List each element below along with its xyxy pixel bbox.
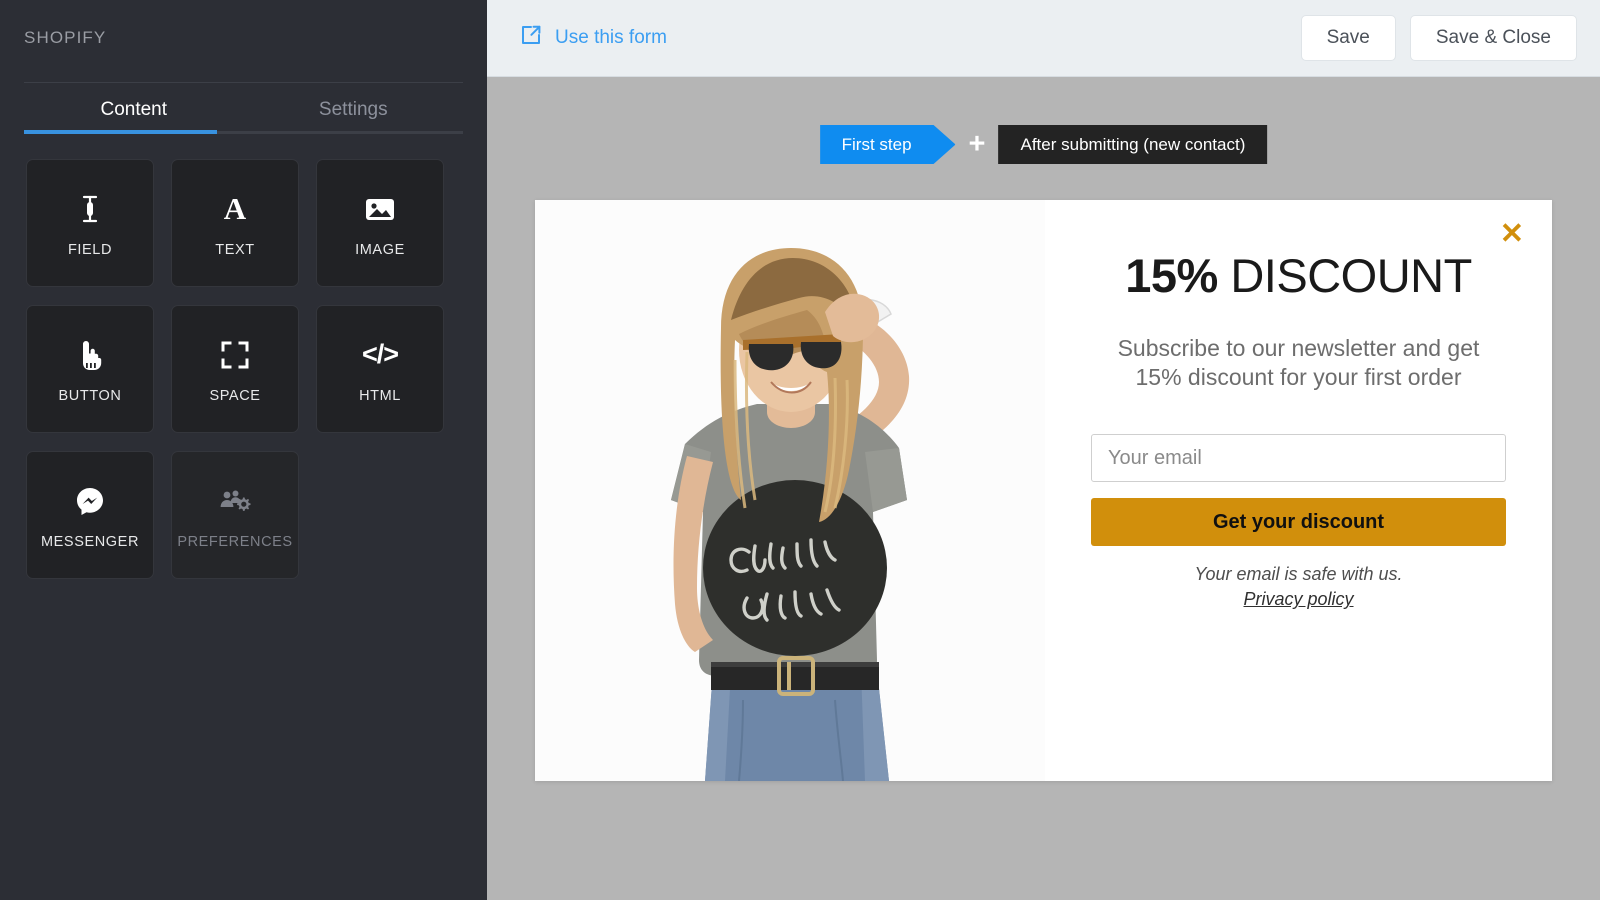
close-x-icon[interactable]: ✕	[1500, 220, 1524, 249]
form-editor-app: SHOPIFY Content Settings FIELD A TEXT IM…	[0, 0, 1600, 900]
email-safety-note: Your email is safe with us.	[1194, 564, 1403, 585]
step-tab-after-submitting-label: After submitting (new contact)	[1020, 134, 1246, 154]
tab-content[interactable]: Content	[24, 83, 244, 134]
popup-photo[interactable]	[535, 200, 1045, 781]
step-tab-first[interactable]: First step	[820, 125, 956, 164]
privacy-policy-link[interactable]: Privacy policy	[1091, 589, 1506, 610]
model-photo-illustration	[535, 200, 1045, 781]
popup-content: ✕ 15% DISCOUNT Subscribe to our newslett…	[1045, 200, 1552, 781]
expand-frame-icon	[221, 335, 249, 375]
tab-active-indicator	[24, 130, 217, 134]
tab-settings[interactable]: Settings	[244, 83, 464, 134]
use-this-form-label: Use this form	[555, 27, 667, 48]
popup-subline-line2: 15% discount for your first order	[1135, 364, 1462, 391]
popup-subline: Subscribe to our newsletter and get 15% …	[1091, 334, 1506, 392]
text-cursor-icon	[79, 189, 101, 229]
step-tab-first-label: First step	[841, 134, 912, 154]
palette-tile-html[interactable]: </> HTML	[316, 305, 444, 433]
people-gear-icon	[219, 481, 251, 521]
email-input[interactable]	[1091, 434, 1506, 483]
palette-tile-text[interactable]: A TEXT	[171, 159, 299, 287]
popup-headline-strong: 15%	[1125, 249, 1218, 302]
palette-tile-preferences: PREFERENCES	[171, 451, 299, 579]
popup-subline-line1: Subscribe to our newsletter and get	[1117, 335, 1480, 361]
save-button[interactable]: Save	[1300, 15, 1396, 61]
palette-tile-messenger-label: MESSENGER	[40, 533, 140, 550]
messenger-icon	[76, 481, 104, 521]
step-switcher: First step + After submitting (new conta…	[820, 125, 1268, 164]
plus-icon[interactable]: +	[969, 130, 986, 159]
palette-tile-preferences-label: PREFERENCES	[177, 533, 293, 550]
tab-settings-label: Settings	[318, 99, 388, 120]
image-icon	[365, 189, 395, 229]
palette-tile-image[interactable]: IMAGE	[316, 159, 444, 287]
palette-tile-field-label: FIELD	[67, 241, 113, 258]
element-palette: FIELD A TEXT IMAGE BUTTON SPACE </> HTML…	[26, 159, 446, 579]
pointing-hand-icon	[77, 335, 103, 375]
external-link-icon	[520, 24, 542, 52]
main-pane: Use this form Save Save & Close First st…	[487, 0, 1600, 900]
step-tab-after-submitting[interactable]: After submitting (new contact)	[998, 125, 1268, 164]
palette-tile-field[interactable]: FIELD	[26, 159, 154, 287]
palette-tile-html-label: HTML	[359, 387, 401, 404]
use-this-form-link[interactable]: Use this form	[520, 24, 667, 52]
palette-tile-space-label: SPACE	[209, 387, 261, 404]
sidebar-tabs: Content Settings	[24, 82, 463, 134]
palette-tile-image-label: IMAGE	[355, 241, 405, 258]
popup-form-preview: ✕ 15% DISCOUNT Subscribe to our newslett…	[535, 200, 1552, 781]
popup-headline: 15% DISCOUNT	[1091, 248, 1506, 303]
palette-tile-text-label: TEXT	[215, 241, 255, 258]
tab-content-label: Content	[100, 99, 168, 120]
brand-label: SHOPIFY	[24, 28, 107, 47]
palette-tile-button-label: BUTTON	[58, 387, 122, 404]
editor-canvas: First step + After submitting (new conta…	[487, 77, 1600, 900]
palette-tile-space[interactable]: SPACE	[171, 305, 299, 433]
sidebar: SHOPIFY Content Settings FIELD A TEXT IM…	[0, 0, 487, 900]
top-toolbar: Use this form Save Save & Close	[487, 0, 1600, 77]
save-and-close-button[interactable]: Save & Close	[1409, 15, 1577, 61]
letter-a-icon: A	[223, 191, 247, 226]
code-brackets-icon: </>	[361, 339, 399, 369]
palette-tile-messenger[interactable]: MESSENGER	[26, 451, 154, 579]
get-discount-button[interactable]: Get your discount	[1091, 498, 1506, 547]
palette-tile-button[interactable]: BUTTON	[26, 305, 154, 433]
popup-headline-rest: DISCOUNT	[1217, 249, 1472, 302]
